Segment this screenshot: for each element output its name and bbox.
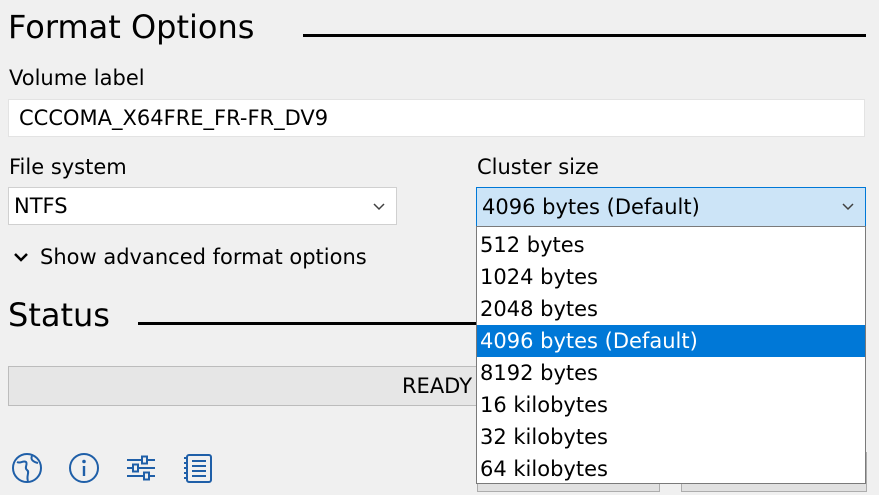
- cluster-size-value: 4096 bytes (Default): [482, 195, 700, 219]
- file-system-select[interactable]: NTFS: [8, 187, 397, 225]
- advanced-options-toggle[interactable]: Show advanced format options: [12, 245, 367, 269]
- volume-label-value: CCCOMA_X64FRE_FR-FR_DV9: [19, 106, 329, 130]
- advanced-options-label: Show advanced format options: [40, 245, 367, 269]
- status-text: READY: [401, 374, 473, 398]
- format-options-title: Format Options: [8, 8, 255, 46]
- cluster-size-option[interactable]: 8192 bytes: [477, 357, 865, 389]
- globe-icon[interactable]: [11, 452, 43, 484]
- log-icon[interactable]: [183, 452, 215, 484]
- volume-label-caption: Volume label: [9, 66, 145, 90]
- info-icon[interactable]: [68, 452, 100, 484]
- cluster-size-option[interactable]: 64 kilobytes: [477, 453, 865, 485]
- cluster-size-option[interactable]: 16 kilobytes: [477, 389, 865, 421]
- cluster-size-option[interactable]: 1024 bytes: [477, 261, 865, 293]
- cluster-size-option[interactable]: 32 kilobytes: [477, 421, 865, 453]
- volume-label-input[interactable]: CCCOMA_X64FRE_FR-FR_DV9: [8, 99, 865, 137]
- file-system-caption: File system: [9, 155, 127, 179]
- chevron-down-icon: [841, 199, 855, 213]
- section-divider: [303, 34, 866, 37]
- cluster-size-option[interactable]: 2048 bytes: [477, 293, 865, 325]
- chevron-down-icon: [12, 248, 30, 266]
- settings-sliders-icon[interactable]: [125, 452, 157, 484]
- cluster-size-dropdown-list[interactable]: 512 bytes 1024 bytes 2048 bytes 4096 bytes …: [476, 226, 866, 484]
- cluster-size-option[interactable]: 512 bytes: [477, 229, 865, 261]
- file-system-value: NTFS: [14, 194, 68, 218]
- cluster-size-option[interactable]: 4096 bytes (Default): [477, 325, 865, 357]
- cluster-size-select[interactable]: 4096 bytes (Default): [476, 187, 866, 227]
- cluster-size-caption: Cluster size: [477, 155, 599, 179]
- chevron-down-icon: [372, 199, 386, 213]
- status-title: Status: [8, 296, 110, 334]
